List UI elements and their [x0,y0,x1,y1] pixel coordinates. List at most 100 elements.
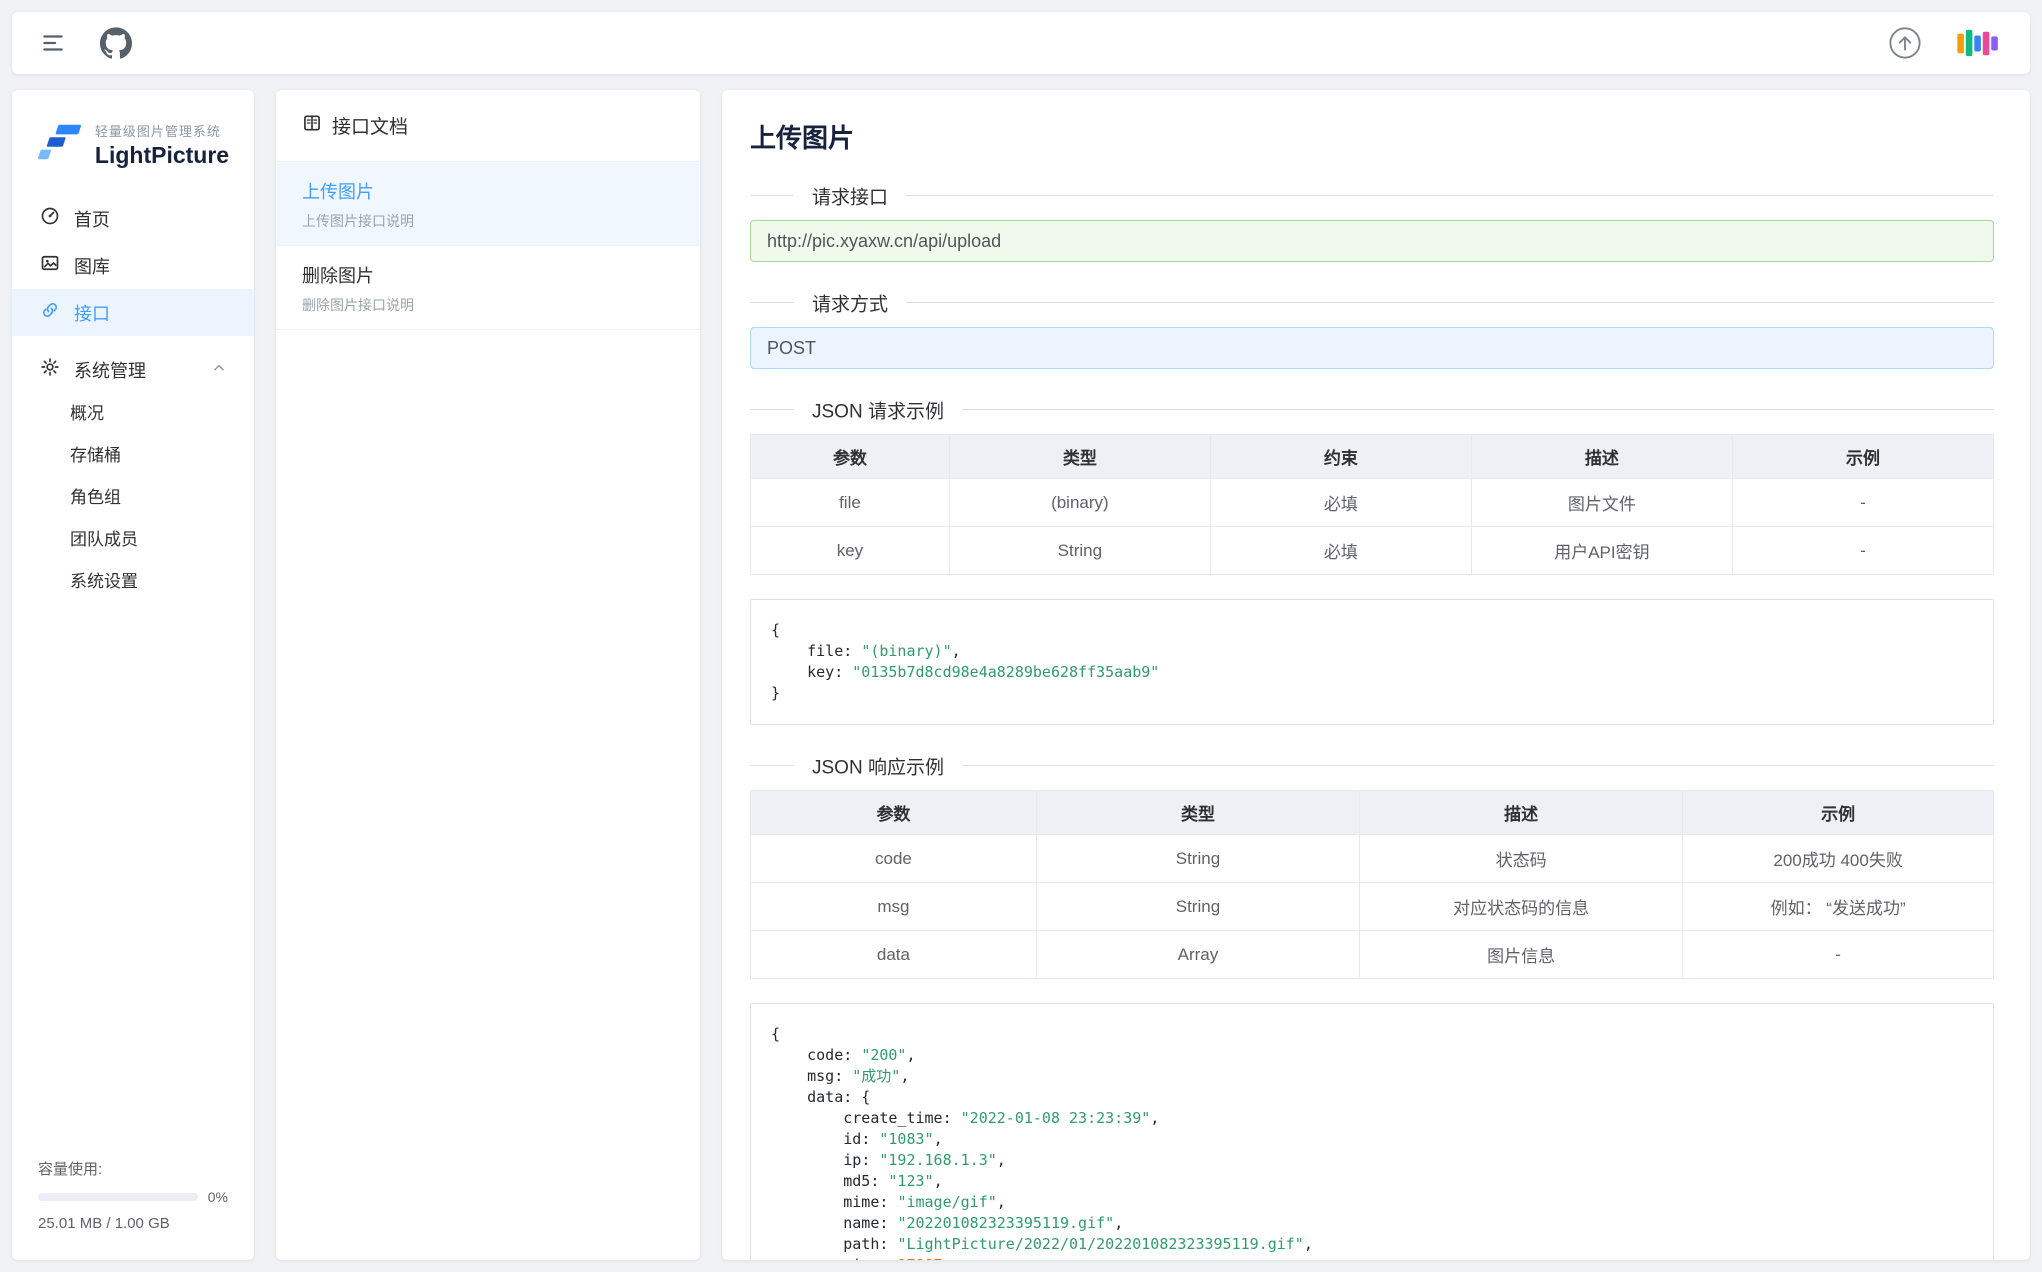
table-cell: - [1732,479,1993,527]
doc-item-subtitle: 上传图片接口说明 [302,211,674,231]
page-title: 上传图片 [750,118,1994,155]
table-cell: 状态码 [1360,835,1683,883]
column-header: 参数 [751,435,950,479]
table-cell: 用户API密钥 [1471,527,1732,575]
top-header-left [40,27,132,59]
section-heading-request-example: JSON 请求示例 [794,396,962,423]
page: 轻量级图片管理系统 LightPicture 首页 图库 [0,0,2042,1272]
brand-title: LightPicture [95,142,229,169]
top-header [12,12,2030,74]
brand-subtitle: 轻量级图片管理系统 [95,121,229,140]
api-link-icon [40,300,60,325]
request-url-field[interactable]: http://pic.xyaxw.cn/api/upload [750,220,1994,262]
capacity-percent: 0% [208,1189,228,1205]
doc-item-delete[interactable]: 删除图片 删除图片接口说明 [276,246,700,330]
sidebar-item-gallery[interactable]: 图库 [12,242,254,289]
column-header: 约束 [1210,435,1471,479]
request-json-example: { file: "(binary)", key: "0135b7d8cd98e4… [750,599,1994,725]
doc-list-panel: 接口文档 上传图片 上传图片接口说明 删除图片 删除图片接口说明 [276,90,700,1260]
doc-item-upload[interactable]: 上传图片 上传图片接口说明 [276,162,700,246]
column-header: 描述 [1360,791,1683,835]
main-panel: 上传图片 请求接口 http://pic.xyaxw.cn/api/upload… [722,90,2030,1260]
column-header: 示例 [1732,435,1993,479]
table-row: code String 状态码 200成功 400失败 [751,835,1994,883]
document-icon [302,113,322,139]
sidebar-subitem-settings[interactable]: 系统设置 [12,561,254,603]
section-divider-response-example: JSON 响应示例 [750,765,1994,766]
table-cell: String [949,527,1210,575]
table-cell: 必填 [1210,479,1471,527]
sidebar-subitem-roles[interactable]: 角色组 [12,477,254,519]
request-params-table: 参数 类型 约束 描述 示例 file (binary) 必填 图片文件 - [750,434,1994,575]
brand-text: 轻量级图片管理系统 LightPicture [95,121,229,169]
chevron-up-icon [212,359,226,380]
sidebar-subitem-overview[interactable]: 概况 [12,393,254,435]
response-params-table: 参数 类型 描述 示例 code String 状态码 200成功 400失败 … [750,790,1994,979]
brand-logo-icon [37,120,83,169]
section-divider-request-method: 请求方式 [750,302,1994,303]
table-header-row: 参数 类型 约束 描述 示例 [751,435,1994,479]
section-divider-request-url: 请求接口 [750,195,1994,196]
table-cell: 必填 [1210,527,1471,575]
sidebar-nav: 首页 图库 接口 [12,195,254,603]
doc-item-title: 删除图片 [302,262,674,288]
request-method-field[interactable]: POST [750,327,1994,369]
table-cell: 图片文件 [1471,479,1732,527]
content-row: 轻量级图片管理系统 LightPicture 首页 图库 [12,90,2030,1260]
sidebar: 轻量级图片管理系统 LightPicture 首页 图库 [12,90,254,1260]
column-header: 参数 [751,791,1037,835]
menu-toggle-icon[interactable] [40,30,66,56]
table-cell: data [751,931,1037,979]
sidebar-subitem-buckets[interactable]: 存储桶 [12,435,254,477]
sidebar-item-home[interactable]: 首页 [12,195,254,242]
section-heading-response-example: JSON 响应示例 [794,752,962,779]
user-avatar[interactable] [1956,27,2002,59]
table-cell: (binary) [949,479,1210,527]
response-json-example: { code: "200", msg: "成功", data: { create… [750,1003,1994,1260]
table-row: file (binary) 必填 图片文件 - [751,479,1994,527]
brand-logo: 轻量级图片管理系统 LightPicture [12,90,254,195]
section-divider-request-example: JSON 请求示例 [750,409,1994,410]
column-header: 类型 [949,435,1210,479]
doc-item-subtitle: 删除图片接口说明 [302,295,674,315]
column-header: 示例 [1683,791,1994,835]
column-header: 描述 [1471,435,1732,479]
table-cell: 对应状态码的信息 [1360,883,1683,931]
table-row: key String 必填 用户API密钥 - [751,527,1994,575]
sidebar-subitem-members[interactable]: 团队成员 [12,519,254,561]
sidebar-item-api[interactable]: 接口 [12,289,254,336]
table-cell: key [751,527,950,575]
gear-icon [40,357,60,382]
table-cell: String [1036,883,1359,931]
sidebar-item-label: 接口 [74,300,110,326]
table-cell: 200成功 400失败 [1683,835,1994,883]
section-heading-request-url: 请求接口 [794,182,906,209]
table-cell: msg [751,883,1037,931]
table-cell: 图片信息 [1360,931,1683,979]
upload-circle-icon[interactable] [1888,26,1922,60]
sidebar-item-label: 系统管理 [74,357,146,383]
gallery-icon [40,253,60,278]
table-cell: - [1732,527,1993,575]
sidebar-item-system[interactable]: 系统管理 [12,346,254,393]
github-icon[interactable] [100,27,132,59]
table-header-row: 参数 类型 描述 示例 [751,791,1994,835]
doc-list-title: 接口文档 [332,112,408,139]
capacity-progressbar [38,1193,198,1201]
sidebar-item-label: 图库 [74,253,110,279]
table-row: data Array 图片信息 - [751,931,1994,979]
home-icon [40,206,60,231]
capacity-usage: 容量使用: 0% 25.01 MB / 1.00 GB [12,1140,254,1260]
doc-list-header: 接口文档 [276,90,700,162]
capacity-bar-row: 0% [38,1189,228,1205]
sidebar-item-label: 首页 [74,206,110,232]
section-heading-request-method: 请求方式 [794,289,906,316]
capacity-label: 容量使用: [38,1158,228,1179]
table-row: msg String 对应状态码的信息 例如： “发送成功” [751,883,1994,931]
table-cell: - [1683,931,1994,979]
top-header-right [1888,26,2002,60]
capacity-usage-text: 25.01 MB / 1.00 GB [38,1215,228,1232]
table-cell: Array [1036,931,1359,979]
table-cell: code [751,835,1037,883]
column-header: 类型 [1036,791,1359,835]
